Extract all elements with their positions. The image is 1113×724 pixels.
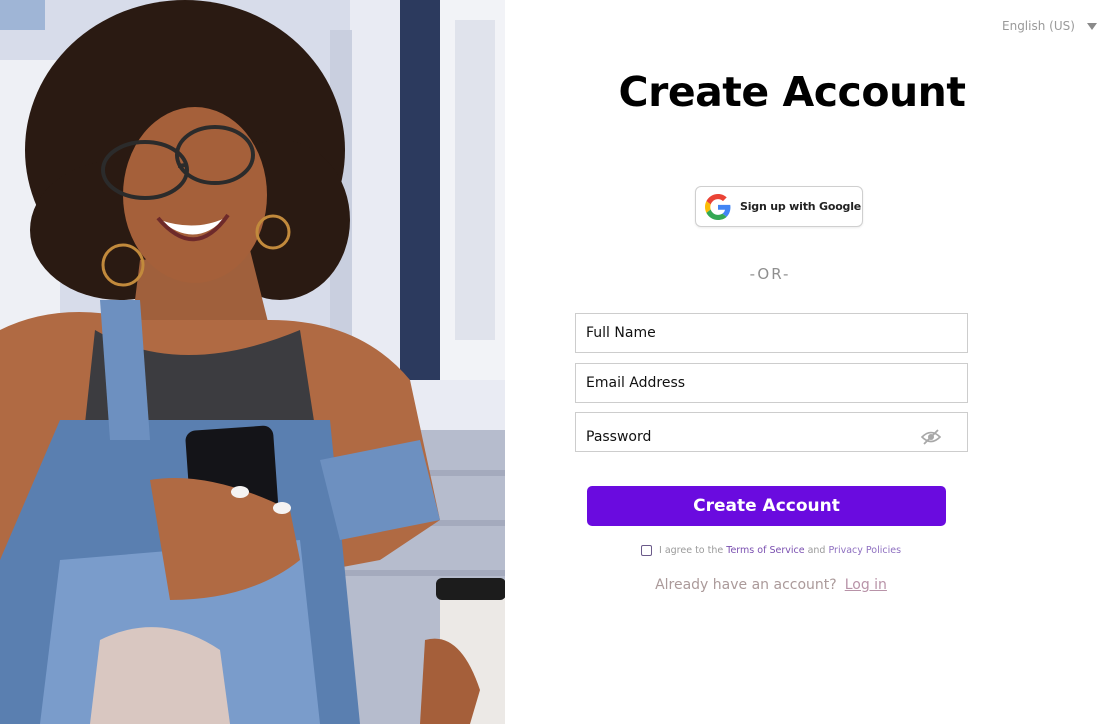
google-signup-label: Sign up with Google [740, 200, 862, 213]
password-field[interactable] [575, 412, 968, 452]
email-input[interactable] [586, 364, 967, 402]
terms-of-service-link[interactable]: Terms of Service [726, 545, 804, 556]
full-name-input[interactable] [586, 314, 967, 352]
email-field[interactable] [575, 363, 968, 403]
terms-text: I agree to the Terms of Service and Priv… [659, 545, 901, 556]
eye-off-icon[interactable] [921, 429, 941, 445]
hero-photo [0, 0, 505, 724]
login-prompt-row: Already have an account? Log in [600, 577, 942, 593]
full-name-field[interactable] [575, 313, 968, 353]
password-input[interactable] [586, 413, 927, 451]
language-label: English (US) [1002, 19, 1075, 33]
google-signup-button[interactable]: Sign up with Google [695, 186, 863, 227]
google-logo-icon [705, 193, 731, 220]
terms-agreement: I agree to the Terms of Service and Priv… [641, 542, 901, 558]
terms-conjunction: and [807, 544, 826, 556]
or-separator: -OR- [749, 265, 791, 283]
language-selector[interactable]: English (US) [1002, 17, 1097, 35]
chevron-down-icon [1086, 22, 1097, 30]
login-link[interactable]: Log in [845, 577, 887, 593]
login-prompt: Already have an account? [655, 577, 837, 593]
hero-illustration [0, 0, 505, 724]
terms-prefix: I agree to the [659, 544, 724, 556]
terms-checkbox[interactable] [641, 544, 652, 556]
page-title: Create Account [618, 68, 966, 116]
privacy-policies-link[interactable]: Privacy Policies [829, 545, 902, 556]
create-account-button[interactable]: Create Account [587, 486, 946, 526]
